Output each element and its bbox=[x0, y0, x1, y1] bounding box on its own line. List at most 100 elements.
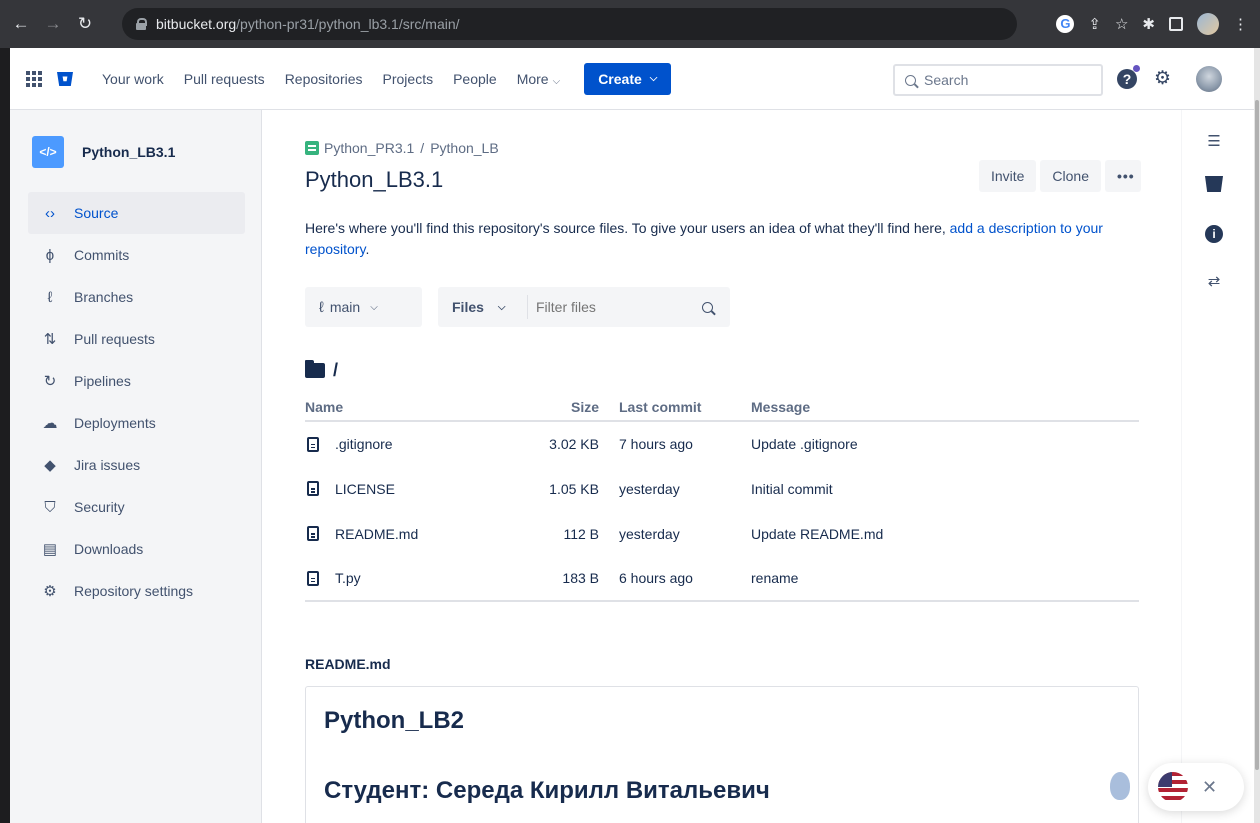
pipelines-icon: ↻ bbox=[43, 373, 57, 390]
flame-extension-icon[interactable] bbox=[1110, 772, 1130, 800]
avatar[interactable] bbox=[1196, 66, 1222, 92]
chevron-down-icon: ⌵ bbox=[370, 301, 378, 313]
table-row[interactable]: .gitignore 3.02 KB 7 hours ago Update .g… bbox=[305, 421, 1139, 466]
column-header-size[interactable]: Size bbox=[505, 393, 599, 422]
create-button[interactable]: Create ⌵ bbox=[584, 62, 672, 95]
sidebar-item-commits[interactable]: ϕ Commits bbox=[28, 234, 245, 276]
commit-icon: ϕ bbox=[45, 246, 55, 264]
back-icon[interactable]: ← bbox=[8, 14, 34, 34]
repo-header[interactable]: </> Python_LB3.1 bbox=[32, 136, 261, 168]
forward-icon[interactable]: → bbox=[40, 14, 66, 34]
sidebar-item-source[interactable]: ‹› Source bbox=[28, 192, 245, 234]
jira-icon: ◆ bbox=[44, 457, 56, 474]
column-header-last-commit[interactable]: Last commit bbox=[599, 393, 729, 422]
branch-icon: ℓ bbox=[319, 298, 324, 316]
page-scrollbar[interactable] bbox=[1254, 48, 1260, 823]
google-icon[interactable]: G bbox=[1056, 15, 1075, 33]
sidebar-item-deployments[interactable]: ☁ Deployments bbox=[28, 402, 245, 444]
search-input[interactable]: Search bbox=[893, 64, 1103, 96]
branch-selector[interactable]: ℓ main ⌵ bbox=[305, 287, 422, 327]
sidepanel-icon[interactable] bbox=[1169, 17, 1183, 31]
address-bar[interactable]: bitbucket.org/python-pr31/python_lb3.1/s… bbox=[122, 8, 1017, 40]
readme-heading-2: Студент: Середа Кирилл Витальевич bbox=[324, 777, 770, 804]
sidebar-item-label: Branches bbox=[74, 289, 134, 305]
file-table: Name Size Last commit Message .gitignore… bbox=[305, 393, 1139, 602]
reload-icon[interactable]: ↻ bbox=[72, 14, 98, 34]
menu-kebab-icon[interactable]: ⋮ bbox=[1233, 15, 1248, 33]
nav-more[interactable]: More ⌵ bbox=[507, 48, 571, 110]
lock-icon bbox=[136, 18, 147, 30]
file-name-link[interactable]: T.py bbox=[335, 570, 361, 586]
help-icon[interactable]: ? bbox=[1117, 69, 1137, 89]
table-row[interactable]: LICENSE 1.05 KB yesterday Initial commit bbox=[305, 466, 1139, 511]
sidebar-item-label: Pull requests bbox=[74, 331, 155, 347]
sidebar-item-downloads[interactable]: ▤ Downloads bbox=[28, 528, 245, 570]
share-icon[interactable]: ⇪ bbox=[1088, 15, 1101, 33]
filter-files-input[interactable] bbox=[528, 299, 688, 315]
file-commit-message[interactable]: rename bbox=[729, 556, 1139, 602]
sidebar-item-repository-settings[interactable]: ⚙ Repository settings bbox=[28, 570, 245, 612]
us-flag-icon[interactable] bbox=[1158, 772, 1188, 802]
language-widget[interactable]: ✕ bbox=[1148, 763, 1244, 811]
more-actions-button[interactable]: ••• bbox=[1105, 160, 1141, 192]
bitbucket-icon[interactable] bbox=[1204, 174, 1224, 194]
description-text: Here's where you'll find this repository… bbox=[305, 220, 950, 236]
table-row[interactable]: T.py 183 B 6 hours ago rename bbox=[305, 556, 1139, 602]
file-size: 183 B bbox=[505, 556, 599, 602]
window-edge bbox=[0, 48, 10, 823]
sidebar-item-branches[interactable]: ℓ Branches bbox=[28, 276, 245, 318]
nav-pull-requests[interactable]: Pull requests bbox=[174, 48, 275, 110]
nav-your-work[interactable]: Your work bbox=[92, 48, 174, 110]
breadcrumb-project[interactable]: Python_LB bbox=[430, 140, 499, 156]
sync-icon[interactable]: ⇄ bbox=[1204, 272, 1224, 292]
sidebar-item-pipelines[interactable]: ↻ Pipelines bbox=[28, 360, 245, 402]
bitbucket-logo-icon[interactable] bbox=[56, 70, 74, 88]
search-icon[interactable] bbox=[702, 301, 713, 313]
column-header-message[interactable]: Message bbox=[729, 393, 1139, 422]
bookmark-star-icon[interactable]: ☆ bbox=[1115, 15, 1128, 33]
sidebar-item-jira-issues[interactable]: ◆ Jira issues bbox=[28, 444, 245, 486]
repo-description: Here's where you'll find this repository… bbox=[305, 218, 1145, 260]
file-icon bbox=[307, 526, 319, 541]
sidebar-item-label: Pipelines bbox=[74, 373, 131, 389]
file-name-link[interactable]: .gitignore bbox=[335, 436, 393, 452]
table-row[interactable]: README.md 112 B yesterday Update README.… bbox=[305, 511, 1139, 556]
file-name-link[interactable]: LICENSE bbox=[335, 481, 395, 497]
column-header-name[interactable]: Name bbox=[305, 393, 505, 422]
breadcrumb: Python_PR3.1 / Python_LB bbox=[305, 140, 499, 156]
browser-toolbar: ← → ↻ bitbucket.org/python-pr31/python_l… bbox=[0, 0, 1260, 48]
extensions-icon[interactable]: ✱ bbox=[1142, 15, 1155, 33]
file-commit-message[interactable]: Update README.md bbox=[729, 511, 1139, 556]
readme-preview: Python_LB2 Студент: Середа Кирилл Виталь… bbox=[305, 686, 1139, 823]
search-placeholder: Search bbox=[924, 72, 969, 88]
file-name-link[interactable]: README.md bbox=[335, 526, 418, 542]
nav-people[interactable]: People bbox=[443, 48, 507, 110]
project-icon bbox=[305, 141, 319, 155]
folder-icon bbox=[305, 360, 325, 378]
close-icon[interactable]: ✕ bbox=[1202, 777, 1217, 798]
info-icon[interactable]: i bbox=[1204, 224, 1224, 244]
file-commit-message[interactable]: Initial commit bbox=[729, 466, 1139, 511]
clone-button[interactable]: Clone bbox=[1040, 160, 1101, 192]
app-switcher-icon[interactable] bbox=[26, 70, 42, 87]
file-commit-message[interactable]: Update .gitignore bbox=[729, 421, 1139, 466]
nav-repositories[interactable]: Repositories bbox=[275, 48, 373, 110]
breadcrumb-workspace[interactable]: Python_PR3.1 bbox=[324, 140, 414, 156]
current-path: / bbox=[305, 360, 338, 381]
nav-projects[interactable]: Projects bbox=[373, 48, 444, 110]
sidebar-item-pull-requests[interactable]: ⇅ Pull requests bbox=[28, 318, 245, 360]
scrollbar-thumb[interactable] bbox=[1255, 100, 1259, 770]
file-last-commit: yesterday bbox=[619, 480, 680, 497]
nav-more-label: More bbox=[516, 70, 549, 87]
sidebar-item-security[interactable]: ⛉ Security bbox=[28, 486, 245, 528]
files-dropdown[interactable]: Files ⌵ bbox=[438, 295, 528, 319]
sidebar-item-label: Downloads bbox=[74, 541, 144, 557]
description-end: . bbox=[365, 241, 370, 257]
search-icon bbox=[905, 74, 916, 86]
chevron-down-icon: ⌵ bbox=[649, 73, 658, 84]
profile-avatar[interactable] bbox=[1197, 13, 1219, 35]
invite-button[interactable]: Invite bbox=[978, 160, 1037, 192]
file-last-commit: yesterday bbox=[619, 525, 680, 542]
settings-gear-icon[interactable]: ⚙ bbox=[1154, 69, 1171, 89]
panel-toggle-icon[interactable]: ☰ bbox=[1204, 132, 1224, 152]
